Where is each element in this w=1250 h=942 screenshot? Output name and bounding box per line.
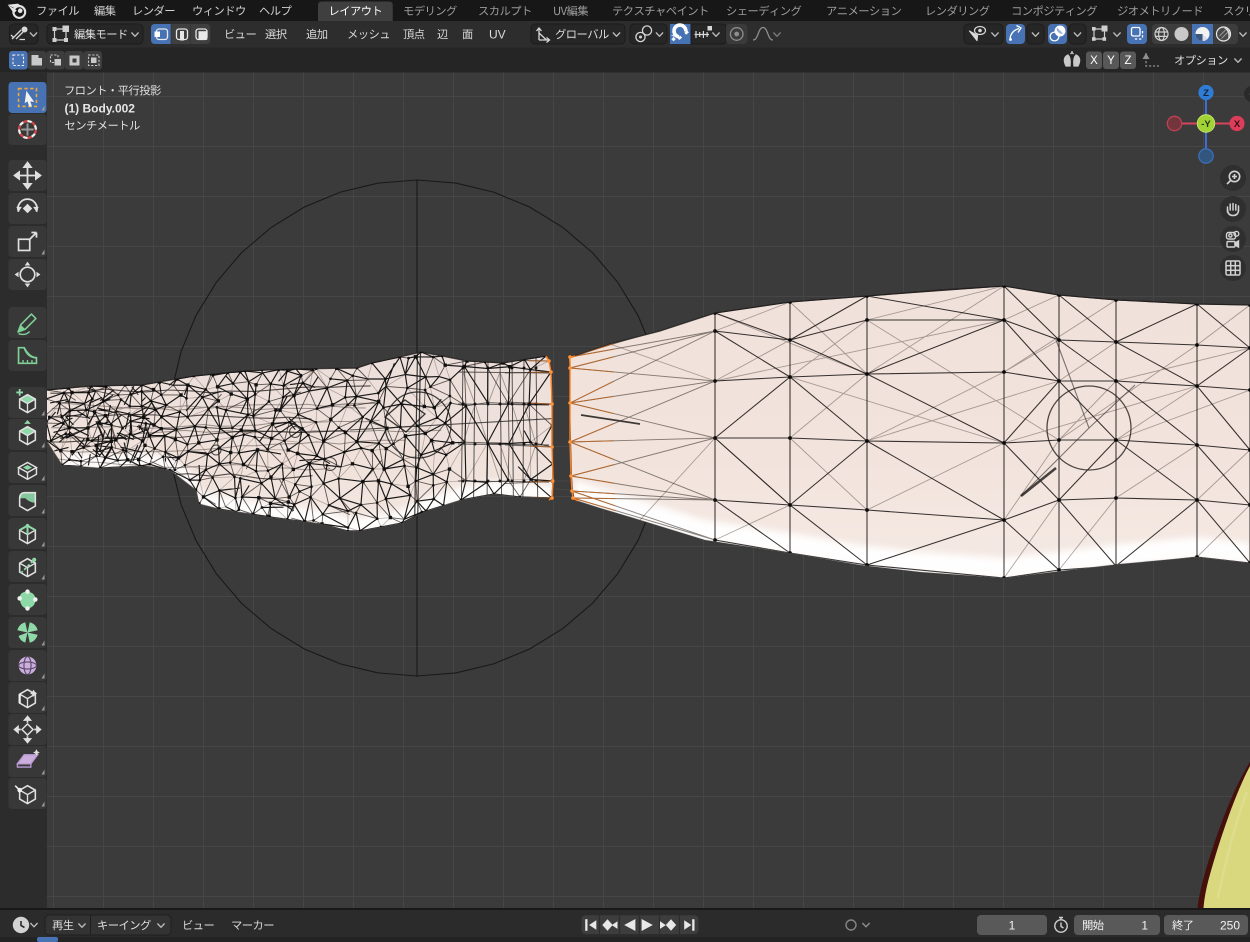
svg-text:1: 1 (1009, 919, 1016, 933)
svg-text:250: 250 (1220, 919, 1240, 933)
svg-text:X: X (1234, 119, 1241, 130)
svg-text:Y: Y (1107, 55, 1115, 67)
svg-text:1: 1 (1141, 919, 1148, 933)
svg-text:Z: Z (1124, 55, 1131, 67)
svg-text:Z: Z (1203, 88, 1209, 99)
svg-text:UV: UV (489, 28, 506, 42)
svg-text:-Y: -Y (1201, 119, 1211, 130)
svg-text:(1) Body.002: (1) Body.002 (65, 102, 136, 116)
svg-text:X: X (1090, 55, 1098, 67)
